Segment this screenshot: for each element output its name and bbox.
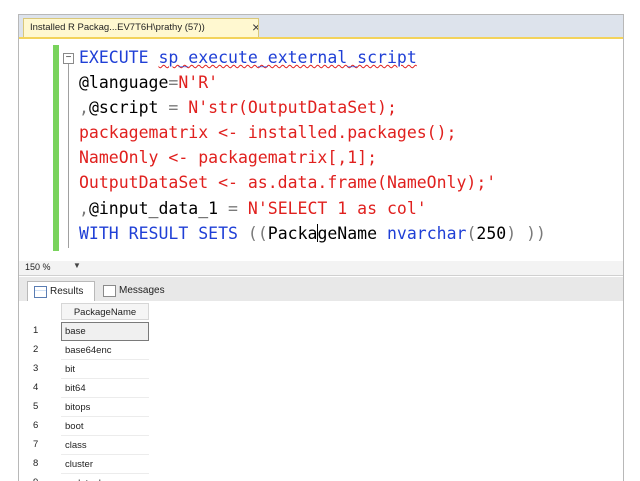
results-grid[interactable]: PackageName 1 base 2 base64enc 3 bit 4 bit64 5 bi… [19, 301, 623, 481]
table-row[interactable]: 3 bit [19, 360, 149, 379]
row-number[interactable]: 1 [33, 325, 38, 336]
code-token: 250 [476, 223, 507, 243]
collapse-toggle-icon[interactable]: − [63, 53, 74, 64]
code-token: ) )) [506, 223, 546, 243]
code-token: @script [88, 98, 169, 118]
row-number[interactable]: 8 [33, 458, 38, 469]
package-name-cell[interactable]: bit [61, 360, 149, 379]
zoom-level[interactable]: 150 % [25, 262, 51, 272]
grid-icon [34, 286, 47, 298]
code-token: Packa [267, 223, 318, 243]
row-number[interactable]: 9 [33, 477, 38, 481]
outline-line [68, 64, 69, 248]
package-name-cell[interactable]: cluster [61, 455, 149, 474]
package-name-cell[interactable]: base64enc [61, 341, 149, 360]
code-token: (( [247, 223, 268, 243]
code-line[interactable]: ,@script = N'str(OutputDataSet); [79, 95, 546, 120]
code-line[interactable]: @language=N'R' [79, 70, 546, 95]
code-token: @input_data_1 [88, 198, 229, 218]
code-token: ( [466, 223, 477, 243]
tab-messages-label: Messages [119, 285, 165, 296]
column-header-packagename[interactable]: PackageName [61, 303, 149, 320]
code-token: OutputDataSet <- as.data.frame(NameOnly)… [79, 173, 497, 193]
ssms-query-window: Installed R Packag...EV7T6H\prathy (57))… [18, 14, 624, 481]
code-token: N'R' [178, 73, 219, 93]
code-line[interactable]: EXECUTE sp_execute_external_script [79, 45, 546, 70]
code-token: packagematrix <- installed.packages(); [79, 123, 457, 143]
code-token: = [168, 73, 179, 93]
zoom-dropdown-icon[interactable]: ▼ [73, 261, 81, 270]
table-row[interactable]: 4 bit64 [19, 379, 149, 398]
code-token: = [168, 98, 189, 118]
code-token: geName [317, 223, 387, 243]
query-tab-title: Installed R Packag...EV7T6H\prathy (57)) [30, 22, 205, 33]
code-token: = [228, 198, 248, 218]
zoom-bar: 150 % ▼ [19, 261, 623, 276]
row-number[interactable]: 4 [33, 382, 38, 393]
table-row[interactable]: 5 bitops [19, 398, 149, 417]
code-line[interactable]: packagematrix <- installed.packages(); [79, 120, 546, 145]
package-name-cell[interactable]: bit64 [61, 379, 149, 398]
change-tracking-bar [53, 45, 59, 251]
table-row[interactable]: 8 cluster [19, 455, 149, 474]
code-token: , [79, 98, 89, 118]
code-token: , [79, 198, 89, 218]
code-token: EXECUTE [79, 48, 159, 67]
table-row[interactable]: 1 base [19, 322, 149, 341]
tab-results-label: Results [50, 286, 84, 297]
result-tabs: Results Messages [19, 277, 623, 301]
row-number[interactable]: 6 [33, 420, 38, 431]
row-number[interactable]: 7 [33, 439, 38, 450]
tab-messages[interactable]: Messages [97, 281, 173, 301]
package-name-cell[interactable]: bitops [61, 398, 149, 417]
package-name-cell[interactable]: class [61, 436, 149, 455]
sql-code[interactable]: EXECUTE sp_execute_external_script @langu… [79, 45, 546, 246]
code-line[interactable]: NameOnly <- packagematrix[,1]; [79, 145, 546, 170]
row-number[interactable]: 5 [33, 401, 38, 412]
code-line[interactable]: OutputDataSet <- as.data.frame(NameOnly)… [79, 170, 546, 195]
code-token: N'SELECT 1 as col' [247, 198, 427, 218]
table-row[interactable]: 2 base64enc [19, 341, 149, 360]
package-name-cell[interactable]: boot [61, 417, 149, 436]
code-token: N'str(OutputDataSet); [188, 98, 397, 118]
row-number[interactable]: 2 [33, 344, 38, 355]
query-editor[interactable]: − EXECUTE sp_execute_external_script @lan… [19, 39, 623, 262]
row-number[interactable]: 3 [33, 363, 38, 374]
package-name-cell[interactable]: base [61, 322, 149, 341]
code-token: NameOnly <- packagematrix[,1]; [79, 148, 378, 168]
query-tab[interactable]: Installed R Packag...EV7T6H\prathy (57))… [23, 18, 259, 37]
table-row[interactable]: 7 class [19, 436, 149, 455]
code-token: nvarchar [386, 223, 467, 243]
messages-icon [103, 285, 116, 297]
close-icon[interactable]: × [252, 20, 258, 34]
document-tab-strip: Installed R Packag...EV7T6H\prathy (57))… [19, 15, 623, 39]
code-line[interactable]: WITH RESULT SETS ((PackageName nvarchar(… [79, 221, 546, 246]
code-token: @language [79, 73, 169, 93]
code-token: WITH RESULT SETS [79, 223, 248, 243]
table-row[interactable]: 6 boot [19, 417, 149, 436]
tab-results[interactable]: Results [27, 281, 95, 301]
code-line[interactable]: ,@input_data_1 = N'SELECT 1 as col' [79, 196, 546, 221]
code-token: sp_execute_external_script [158, 48, 417, 67]
